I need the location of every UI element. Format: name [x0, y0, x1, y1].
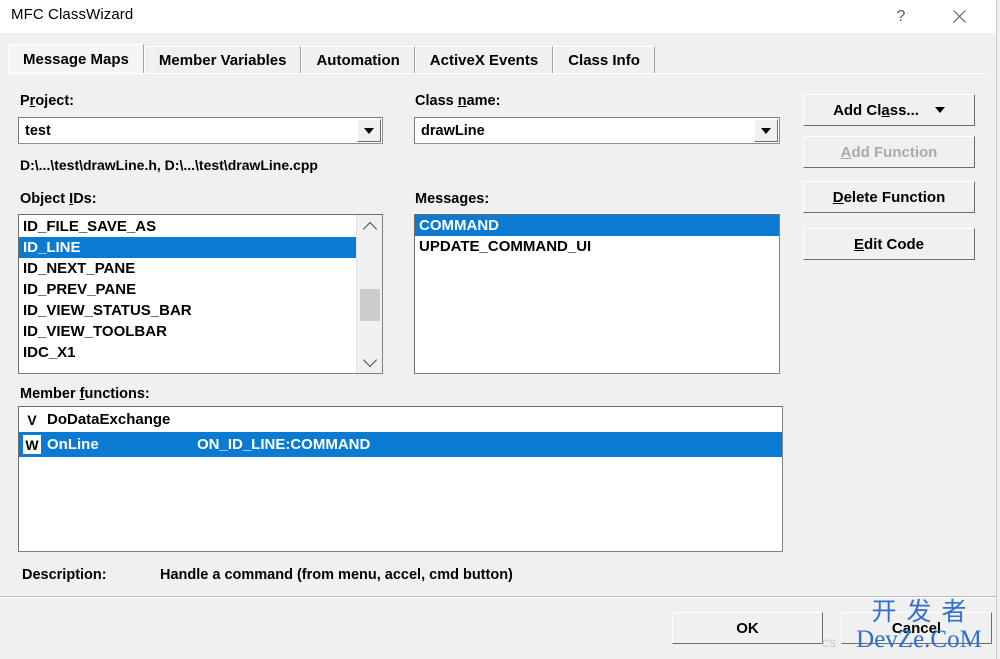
- scroll-up-icon[interactable]: [357, 215, 382, 239]
- tab-member-variables[interactable]: Member Variables: [143, 46, 302, 74]
- table-row[interactable]: V DoDataExchange: [19, 407, 782, 432]
- project-value: test: [25, 122, 51, 139]
- scroll-down-icon[interactable]: [357, 349, 382, 373]
- description-text: Handle a command (from menu, accel, cmd …: [160, 567, 513, 583]
- virtual-function-icon: V: [27, 411, 37, 428]
- table-row[interactable]: W OnLine ON_ID_LINE:COMMAND: [19, 432, 782, 457]
- list-item[interactable]: ID_LINE: [19, 237, 356, 258]
- tab-label: Member Variables: [158, 52, 287, 69]
- close-icon[interactable]: [936, 0, 982, 33]
- tab-activex-events[interactable]: ActiveX Events: [414, 46, 554, 74]
- tab-strip: Message Maps Member Variables Automation…: [8, 44, 655, 74]
- chevron-down-icon[interactable]: [754, 119, 778, 142]
- list-item[interactable]: ID_NEXT_PANE: [19, 258, 356, 279]
- class-name-value: drawLine: [421, 122, 485, 139]
- watermark-faint-text: cs: [822, 634, 836, 650]
- file-paths-text: D:\...\test\drawLine.h, D:\...\test\draw…: [20, 157, 318, 173]
- help-icon[interactable]: ?: [878, 0, 924, 33]
- tab-label: Message Maps: [23, 51, 129, 68]
- cancel-button[interactable]: Cancel: [841, 612, 992, 644]
- description-label: Description:: [22, 567, 107, 583]
- add-class-label: Add Class...: [833, 101, 919, 119]
- list-item[interactable]: ID_FILE_SAVE_AS: [19, 216, 356, 237]
- tab-label: Class Info: [568, 52, 640, 69]
- object-ids-label: Object IDs:: [20, 191, 97, 207]
- tab-label: Automation: [316, 52, 400, 69]
- scrollbar-thumb[interactable]: [360, 289, 380, 321]
- function-message: ON_ID_LINE:COMMAND: [197, 436, 371, 453]
- tab-label: ActiveX Events: [429, 52, 539, 69]
- class-name-label: Class name:: [415, 93, 501, 109]
- title-bar: MFC ClassWizard ?: [0, 0, 996, 33]
- project-label: Project:: [20, 93, 74, 109]
- edit-code-label: Edit Code: [853, 235, 924, 253]
- object-ids-listbox[interactable]: ID_FILE_SAVE_AS ID_LINE ID_NEXT_PANE ID_…: [18, 214, 383, 374]
- class-name-combobox[interactable]: drawLine: [414, 117, 780, 144]
- tab-message-maps[interactable]: Message Maps: [8, 44, 144, 74]
- tab-class-info[interactable]: Class Info: [553, 46, 655, 74]
- list-item[interactable]: UPDATE_COMMAND_UI: [415, 236, 779, 257]
- member-functions-label: Member functions:: [20, 386, 150, 402]
- tab-automation[interactable]: Automation: [301, 46, 415, 74]
- member-functions-listbox[interactable]: V DoDataExchange W OnLine ON_ID_LINE:COM…: [18, 406, 783, 552]
- ok-button[interactable]: OK: [672, 612, 823, 644]
- add-function-label: Add Function: [840, 143, 938, 161]
- chevron-down-icon[interactable]: [357, 119, 381, 142]
- delete-function-label: Delete Function: [832, 188, 946, 206]
- list-item[interactable]: COMMAND: [415, 215, 779, 236]
- bottom-separator: [0, 596, 996, 598]
- list-item[interactable]: ID_PREV_PANE: [19, 279, 356, 300]
- chevron-down-icon: [934, 107, 945, 113]
- messages-label: Messages:: [415, 191, 490, 207]
- delete-function-button[interactable]: Delete Function: [803, 181, 975, 213]
- object-ids-scrollbar[interactable]: [356, 215, 382, 373]
- add-function-button[interactable]: Add Function: [803, 136, 975, 168]
- function-name: OnLine: [47, 436, 99, 453]
- windows-message-icon: W: [23, 435, 41, 454]
- list-item[interactable]: ID_VIEW_STATUS_BAR: [19, 300, 356, 321]
- mfc-classwizard-dialog: MFC ClassWizard ? Message Maps Member Va…: [0, 0, 1000, 659]
- messages-listbox[interactable]: COMMAND UPDATE_COMMAND_UI: [414, 214, 780, 374]
- window-title: MFC ClassWizard: [11, 6, 134, 23]
- project-combobox[interactable]: test: [18, 117, 383, 144]
- function-name: DoDataExchange: [47, 411, 171, 428]
- list-item[interactable]: ID_VIEW_TOOLBAR: [19, 321, 356, 342]
- add-class-button[interactable]: Add Class...: [803, 94, 975, 126]
- edit-code-button[interactable]: Edit Code: [803, 228, 975, 260]
- list-item[interactable]: IDC_X1: [19, 342, 356, 363]
- window-right-edge: [996, 0, 1000, 659]
